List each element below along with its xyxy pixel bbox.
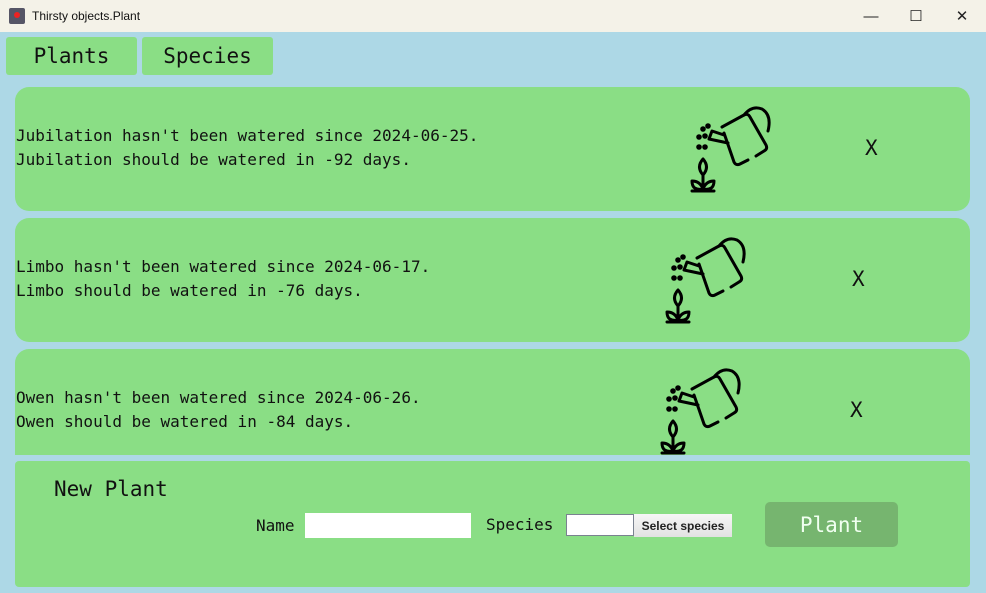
plant-card: Limbo hasn't been watered since 2024-06-… [15,218,970,342]
plant-message: Jubilation hasn't been watered since 202… [16,126,479,169]
tab-species[interactable]: Species [142,37,273,75]
plant-button[interactable]: Plant [765,502,898,547]
plant-message: Limbo hasn't been watered since 2024-06-… [16,257,431,300]
tab-plants[interactable]: Plants [6,37,137,75]
new-plant-panel: New Plant Name Species Select species Pl… [15,461,970,587]
title-bar: Thirsty objects.Plant — ☐ ✕ [0,0,986,32]
java-app-icon [9,8,25,24]
minimize-button[interactable]: — [848,0,894,32]
species-input[interactable] [566,514,634,536]
select-species-button[interactable]: Select species [634,514,732,537]
species-label: Species [486,515,554,534]
plant-card: Jubilation hasn't been watered since 202… [15,87,970,211]
maximize-button[interactable]: ☐ [893,0,939,32]
watering-can-icon[interactable] [658,363,748,455]
name-input[interactable] [305,513,471,538]
plant-card: Owen hasn't been watered since 2024-06-2… [15,349,970,455]
delete-plant-button[interactable]: X [865,136,878,160]
window-title: Thirsty objects.Plant [32,9,141,23]
plant-message: Owen hasn't been watered since 2024-06-2… [16,388,421,431]
watering-can-icon[interactable] [663,232,753,324]
close-button[interactable]: ✕ [939,0,985,32]
new-plant-title: New Plant [54,477,168,501]
delete-plant-button[interactable]: X [852,267,865,291]
delete-plant-button[interactable]: X [850,398,863,422]
watering-can-icon[interactable] [688,101,778,193]
name-label: Name [256,516,295,535]
